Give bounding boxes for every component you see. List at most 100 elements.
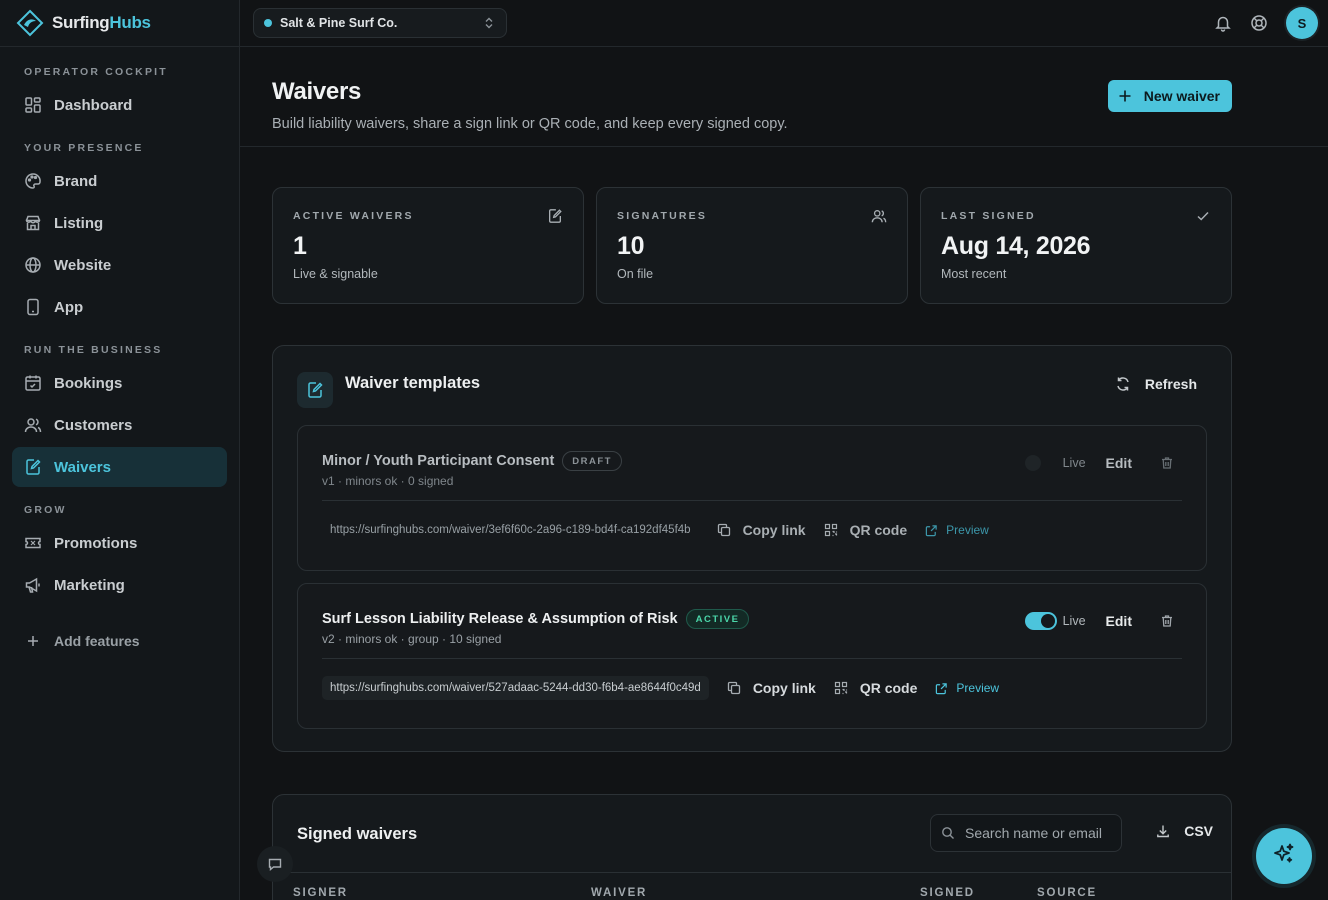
qr-code-button[interactable]: QR code [824,522,907,538]
users-icon [24,416,42,434]
template-meta: v2 · minors ok · group · 10 signed [322,632,502,646]
sparkle-icon [1271,841,1297,872]
card-title: Waiver templates [345,374,481,392]
sidebar-item-label: Website [54,256,112,274]
sidebar-item-waivers[interactable]: Waivers [12,447,227,487]
dashboard-icon [24,96,42,114]
status-badge: ACTIVE [685,609,750,629]
sidebar-item-label: Brand [54,172,98,190]
template-item: Surf Lesson Liability Release & Assumpti… [297,583,1207,729]
refresh-icon [1115,376,1131,392]
new-waiver-label: New waiver [1143,88,1220,104]
sidebar-item-label: Promotions [54,534,138,552]
edit-button[interactable]: Edit [1106,455,1132,471]
edit-button[interactable]: Edit [1106,613,1132,629]
stat-note: Live & signable [293,267,378,281]
page-title: Waivers [272,78,362,105]
search-icon [941,826,955,840]
sign-link-url[interactable]: https://surfinghubs.com/waiver/3ef6f60c-… [322,518,699,542]
template-item: Minor / Youth Participant Consent DRAFT … [297,425,1207,571]
ticket-icon [24,534,42,552]
help-icon[interactable] [1250,14,1268,32]
sidebar-item-brand[interactable]: Brand [12,161,227,201]
sidebar-item-label: Dashboard [54,96,133,114]
csv-export-button[interactable]: CSV [1156,823,1213,839]
trash-icon[interactable] [1160,456,1174,470]
template-title: Surf Lesson Liability Release & Assumpti… [322,611,678,627]
nav-section-label: GROW [24,504,67,516]
sign-link-url[interactable]: https://surfinghubs.com/waiver/527adaac-… [322,676,709,700]
new-waiver-button[interactable]: New waiver [1107,80,1232,112]
search-input[interactable] [965,825,1115,841]
sidebar-item-listing[interactable]: Listing [12,203,227,243]
brand[interactable]: SurfingHubs [0,0,239,47]
qr-code-icon [834,681,848,695]
waiver-templates-card: Waiver templates Refresh Minor / Youth P… [272,345,1232,752]
copy-icon [717,523,731,537]
preview-link[interactable]: Preview [925,523,989,537]
status-dot [264,19,272,27]
add-features-button[interactable]: Add features [12,621,227,661]
main-content: Waivers Build liability waivers, share a… [240,47,1328,900]
topbar: Salt & Pine Surf Co. S [240,0,1328,47]
template-name: Minor / Youth Participant Consent DRAFT [322,451,622,471]
copy-link-button[interactable]: Copy link [717,522,806,538]
search-box[interactable] [930,814,1122,852]
preview-link[interactable]: Preview [935,681,999,695]
check-icon [1195,208,1211,224]
live-label: Live [1062,456,1086,470]
users-icon [871,208,887,224]
live-toggle[interactable] [1024,612,1057,630]
stat-label: LAST SIGNED [941,210,1036,222]
stat-note: Most recent [941,267,1007,281]
qr-code-icon [824,523,838,537]
live-toggle[interactable] [1024,454,1057,472]
template-meta: v1 · minors ok · 0 signed [322,474,454,488]
ai-assistant-button[interactable] [1256,828,1312,884]
plus-icon [1118,89,1132,103]
trash-icon[interactable] [1160,614,1174,628]
column-header-signed[interactable]: SIGNED [920,887,975,899]
template-name: Surf Lesson Liability Release & Assumpti… [322,609,750,629]
stat-value: 10 [617,232,645,260]
edit-doc-icon [297,372,333,408]
sidebar-item-customers[interactable]: Customers [12,405,227,445]
sidebar-item-app[interactable]: App [12,287,227,327]
column-header-waiver[interactable]: WAIVER [591,887,647,899]
avatar[interactable]: S [1286,7,1318,39]
qr-code-button[interactable]: QR code [834,680,917,696]
sidebar-item-label: App [54,298,84,316]
refresh-button[interactable]: Refresh [1115,376,1197,392]
chat-icon[interactable] [257,846,293,882]
sidebar-item-promotions[interactable]: Promotions [12,523,227,563]
org-selector-value: Salt & Pine Surf Co. [280,16,398,30]
template-title: Minor / Youth Participant Consent [322,453,555,469]
stat-card-signatures: SIGNATURES 10 On file [596,187,908,304]
external-link-icon [935,682,948,695]
copy-icon [727,681,741,695]
sidebar-item-marketing[interactable]: Marketing [12,565,227,605]
org-selector[interactable]: Salt & Pine Surf Co. [253,8,507,38]
sidebar-item-bookings[interactable]: Bookings [12,363,227,403]
nav-section-label: YOUR PRESENCE [24,142,144,154]
column-header-signer[interactable]: SIGNER [293,887,348,899]
copy-link-button[interactable]: Copy link [727,680,816,696]
store-icon [24,214,42,232]
sidebar-item-label: Bookings [54,374,123,392]
csv-label: CSV [1184,823,1213,839]
palette-icon [24,172,42,190]
calendar-icon [24,374,42,392]
live-label: Live [1062,614,1086,628]
logo-icon [16,9,44,37]
sidebar-item-dashboard[interactable]: Dashboard [12,85,227,125]
stat-label: ACTIVE WAIVERS [293,210,414,222]
nav-section-label: OPERATOR COCKPIT [24,66,168,78]
sidebar-item-website[interactable]: Website [12,245,227,285]
globe-icon [24,256,42,274]
status-badge: DRAFT [562,451,622,471]
brand-name: SurfingHubs [52,13,151,32]
sidebar-nav: OPERATOR COCKPIT Dashboard YOUR PRESENCE… [0,47,239,661]
bell-icon[interactable] [1214,14,1232,32]
edit-doc-icon [24,458,42,476]
column-header-source[interactable]: SOURCE [1037,887,1097,899]
